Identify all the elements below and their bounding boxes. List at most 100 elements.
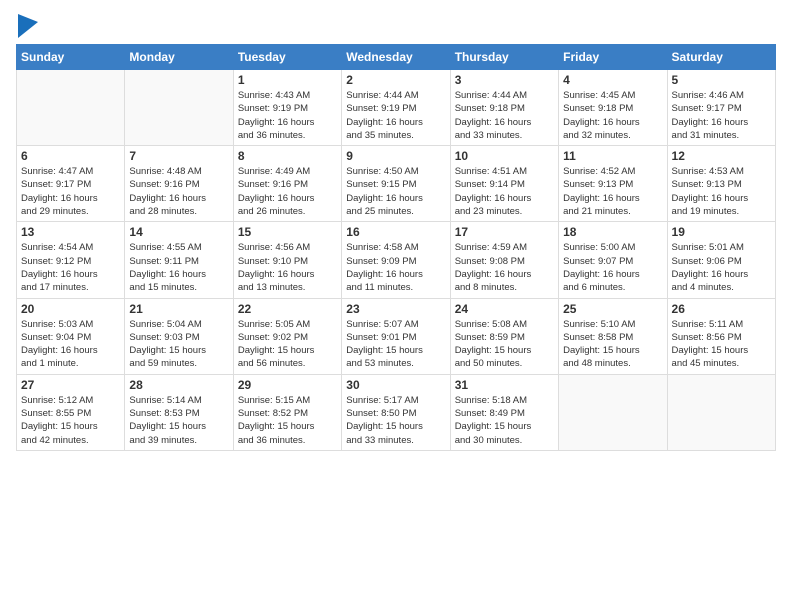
day-number: 21 xyxy=(129,302,228,316)
day-number: 30 xyxy=(346,378,445,392)
day-number: 22 xyxy=(238,302,337,316)
logo-icon xyxy=(18,14,38,38)
calendar-week-row: 13Sunrise: 4:54 AM Sunset: 9:12 PM Dayli… xyxy=(17,222,776,298)
day-details: Sunrise: 4:53 AM Sunset: 9:13 PM Dayligh… xyxy=(672,165,771,218)
day-number: 31 xyxy=(455,378,554,392)
calendar-cell xyxy=(17,70,125,146)
calendar-cell: 1 Sunrise: 4:43 AM Sunset: 9:19 PM Daylig… xyxy=(233,70,341,146)
day-number: 23 xyxy=(346,302,445,316)
day-details: Sunrise: 4:51 AM Sunset: 9:14 PM Dayligh… xyxy=(455,165,554,218)
day-number: 3 xyxy=(455,73,554,87)
day-details: Sunrise: 4:56 AM Sunset: 9:10 PM Dayligh… xyxy=(238,241,337,294)
weekday-header-row: SundayMondayTuesdayWednesdayThursdayFrid… xyxy=(17,45,776,70)
day-details: Sunrise: 5:05 AM Sunset: 9:02 PM Dayligh… xyxy=(238,318,337,371)
calendar-cell: 22 Sunrise: 5:05 AM Sunset: 9:02 PM Dayli… xyxy=(233,298,341,374)
day-number: 15 xyxy=(238,225,337,239)
day-details: Sunrise: 4:50 AM Sunset: 9:15 PM Dayligh… xyxy=(346,165,445,218)
calendar-cell: 26 Sunrise: 5:11 AM Sunset: 8:56 PM Dayli… xyxy=(667,298,775,374)
day-details: Sunrise: 4:48 AM Sunset: 9:16 PM Dayligh… xyxy=(129,165,228,218)
day-number: 25 xyxy=(563,302,662,316)
day-details: Sunrise: 4:52 AM Sunset: 9:13 PM Dayligh… xyxy=(563,165,662,218)
day-details: Sunrise: 5:18 AM Sunset: 8:49 PM Dayligh… xyxy=(455,394,554,447)
calendar-cell: 28 Sunrise: 5:14 AM Sunset: 8:53 PM Dayli… xyxy=(125,374,233,450)
day-details: Sunrise: 5:00 AM Sunset: 9:07 PM Dayligh… xyxy=(563,241,662,294)
calendar-cell: 8Sunrise: 4:49 AM Sunset: 9:16 PM Daylig… xyxy=(233,146,341,222)
calendar-cell: 11 Sunrise: 4:52 AM Sunset: 9:13 PM Dayli… xyxy=(559,146,667,222)
day-number: 7 xyxy=(129,149,228,163)
day-number: 12 xyxy=(672,149,771,163)
day-details: Sunrise: 4:59 AM Sunset: 9:08 PM Dayligh… xyxy=(455,241,554,294)
day-number: 10 xyxy=(455,149,554,163)
calendar-cell: 10 Sunrise: 4:51 AM Sunset: 9:14 PM Dayli… xyxy=(450,146,558,222)
day-details: Sunrise: 4:43 AM Sunset: 9:19 PM Dayligh… xyxy=(238,89,337,142)
day-details: Sunrise: 5:04 AM Sunset: 9:03 PM Dayligh… xyxy=(129,318,228,371)
calendar-cell: 6 Sunrise: 4:47 AM Sunset: 9:17 PM Daylig… xyxy=(17,146,125,222)
day-details: Sunrise: 4:44 AM Sunset: 9:18 PM Dayligh… xyxy=(455,89,554,142)
day-number: 13 xyxy=(21,225,120,239)
weekday-header: Tuesday xyxy=(233,45,341,70)
day-number: 28 xyxy=(129,378,228,392)
calendar-week-row: 20Sunrise: 5:03 AM Sunset: 9:04 PM Dayli… xyxy=(17,298,776,374)
day-number: 27 xyxy=(21,378,120,392)
day-details: Sunrise: 5:17 AM Sunset: 8:50 PM Dayligh… xyxy=(346,394,445,447)
calendar-cell: 19 Sunrise: 5:01 AM Sunset: 9:06 PM Dayli… xyxy=(667,222,775,298)
day-details: Sunrise: 5:10 AM Sunset: 8:58 PM Dayligh… xyxy=(563,318,662,371)
calendar-cell: 12 Sunrise: 4:53 AM Sunset: 9:13 PM Dayli… xyxy=(667,146,775,222)
calendar-cell: 2Sunrise: 4:44 AM Sunset: 9:19 PM Daylig… xyxy=(342,70,450,146)
day-number: 24 xyxy=(455,302,554,316)
day-number: 5 xyxy=(672,73,771,87)
calendar-cell xyxy=(125,70,233,146)
day-number: 11 xyxy=(563,149,662,163)
calendar-cell: 20Sunrise: 5:03 AM Sunset: 9:04 PM Dayli… xyxy=(17,298,125,374)
calendar-cell: 4Sunrise: 4:45 AM Sunset: 9:18 PM Daylig… xyxy=(559,70,667,146)
weekday-header: Saturday xyxy=(667,45,775,70)
day-number: 4 xyxy=(563,73,662,87)
day-details: Sunrise: 5:08 AM Sunset: 8:59 PM Dayligh… xyxy=(455,318,554,371)
day-number: 26 xyxy=(672,302,771,316)
calendar-week-row: 1 Sunrise: 4:43 AM Sunset: 9:19 PM Daylig… xyxy=(17,70,776,146)
day-number: 17 xyxy=(455,225,554,239)
calendar-cell xyxy=(667,374,775,450)
weekday-header: Sunday xyxy=(17,45,125,70)
day-details: Sunrise: 4:46 AM Sunset: 9:17 PM Dayligh… xyxy=(672,89,771,142)
day-details: Sunrise: 4:47 AM Sunset: 9:17 PM Dayligh… xyxy=(21,165,120,218)
calendar-week-row: 6 Sunrise: 4:47 AM Sunset: 9:17 PM Daylig… xyxy=(17,146,776,222)
calendar-cell: 14Sunrise: 4:55 AM Sunset: 9:11 PM Dayli… xyxy=(125,222,233,298)
calendar-cell xyxy=(559,374,667,450)
day-details: Sunrise: 4:49 AM Sunset: 9:16 PM Dayligh… xyxy=(238,165,337,218)
day-details: Sunrise: 4:44 AM Sunset: 9:19 PM Dayligh… xyxy=(346,89,445,142)
calendar-cell: 16Sunrise: 4:58 AM Sunset: 9:09 PM Dayli… xyxy=(342,222,450,298)
day-details: Sunrise: 5:11 AM Sunset: 8:56 PM Dayligh… xyxy=(672,318,771,371)
day-details: Sunrise: 5:15 AM Sunset: 8:52 PM Dayligh… xyxy=(238,394,337,447)
calendar-cell: 15 Sunrise: 4:56 AM Sunset: 9:10 PM Dayli… xyxy=(233,222,341,298)
header xyxy=(16,16,776,34)
weekday-header: Monday xyxy=(125,45,233,70)
day-number: 19 xyxy=(672,225,771,239)
calendar-cell: 23Sunrise: 5:07 AM Sunset: 9:01 PM Dayli… xyxy=(342,298,450,374)
day-details: Sunrise: 5:14 AM Sunset: 8:53 PM Dayligh… xyxy=(129,394,228,447)
day-details: Sunrise: 5:12 AM Sunset: 8:55 PM Dayligh… xyxy=(21,394,120,447)
day-number: 29 xyxy=(238,378,337,392)
calendar-cell: 3 Sunrise: 4:44 AM Sunset: 9:18 PM Daylig… xyxy=(450,70,558,146)
day-details: Sunrise: 4:58 AM Sunset: 9:09 PM Dayligh… xyxy=(346,241,445,294)
day-details: Sunrise: 4:55 AM Sunset: 9:11 PM Dayligh… xyxy=(129,241,228,294)
day-number: 20 xyxy=(21,302,120,316)
calendar-cell: 24 Sunrise: 5:08 AM Sunset: 8:59 PM Dayli… xyxy=(450,298,558,374)
calendar-cell: 9Sunrise: 4:50 AM Sunset: 9:15 PM Daylig… xyxy=(342,146,450,222)
weekday-header: Thursday xyxy=(450,45,558,70)
weekday-header: Friday xyxy=(559,45,667,70)
calendar-cell: 7 Sunrise: 4:48 AM Sunset: 9:16 PM Daylig… xyxy=(125,146,233,222)
weekday-header: Wednesday xyxy=(342,45,450,70)
calendar-cell: 13Sunrise: 4:54 AM Sunset: 9:12 PM Dayli… xyxy=(17,222,125,298)
calendar-cell: 29 Sunrise: 5:15 AM Sunset: 8:52 PM Dayli… xyxy=(233,374,341,450)
day-number: 1 xyxy=(238,73,337,87)
calendar-cell: 30 Sunrise: 5:17 AM Sunset: 8:50 PM Dayli… xyxy=(342,374,450,450)
calendar-cell: 25 Sunrise: 5:10 AM Sunset: 8:58 PM Dayli… xyxy=(559,298,667,374)
day-details: Sunrise: 5:01 AM Sunset: 9:06 PM Dayligh… xyxy=(672,241,771,294)
calendar-cell: 17 Sunrise: 4:59 AM Sunset: 9:08 PM Dayli… xyxy=(450,222,558,298)
day-number: 6 xyxy=(21,149,120,163)
calendar-cell: 21 Sunrise: 5:04 AM Sunset: 9:03 PM Dayli… xyxy=(125,298,233,374)
calendar-table: SundayMondayTuesdayWednesdayThursdayFrid… xyxy=(16,44,776,451)
logo xyxy=(16,16,38,34)
calendar-container: SundayMondayTuesdayWednesdayThursdayFrid… xyxy=(0,0,792,459)
